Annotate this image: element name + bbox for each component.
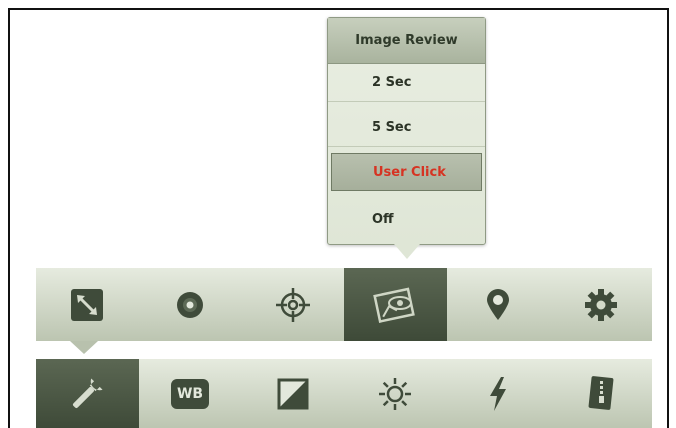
image-review-popup: Image Review 2 Sec 5 Sec User Click Off <box>327 17 486 245</box>
disc-button[interactable] <box>139 268 242 341</box>
focus-target-button[interactable] <box>241 268 344 341</box>
flash-icon <box>487 376 509 412</box>
tools-button[interactable] <box>36 359 139 428</box>
camera-settings-screen: Image Review 2 Sec 5 Sec User Click Off <box>0 0 676 428</box>
top-toolbar <box>36 268 652 341</box>
settings-button[interactable] <box>549 268 652 341</box>
white-balance-icon: WB <box>171 379 209 409</box>
crosshair-icon <box>275 287 311 323</box>
bottom-toolbar: WB <box>36 359 652 428</box>
option-5-sec[interactable]: 5 Sec <box>328 109 485 147</box>
disc-icon <box>175 290 205 320</box>
option-user-click[interactable]: User Click <box>331 153 482 191</box>
location-pin-icon <box>485 288 511 322</box>
popup-title: Image Review <box>328 18 485 64</box>
archive-button[interactable] <box>549 359 652 428</box>
location-button[interactable] <box>447 268 550 341</box>
option-off[interactable]: Off <box>328 200 485 238</box>
resize-button[interactable] <box>36 268 139 341</box>
wrench-icon <box>69 376 105 412</box>
option-2-sec[interactable]: 2 Sec <box>328 64 485 102</box>
brightness-button[interactable] <box>344 359 447 428</box>
toolbar-pointer <box>70 341 98 354</box>
contrast-icon <box>277 378 309 410</box>
popup-pointer <box>394 244 420 259</box>
contrast-button[interactable] <box>241 359 344 428</box>
image-review-icon <box>372 285 418 325</box>
brightness-icon <box>377 376 413 412</box>
resize-icon <box>70 288 104 322</box>
wb-label: WB <box>176 386 204 402</box>
archive-icon <box>586 375 616 413</box>
gear-icon <box>583 287 619 323</box>
flash-button[interactable] <box>447 359 550 428</box>
image-review-button[interactable] <box>344 268 447 341</box>
white-balance-button[interactable]: WB <box>139 359 242 428</box>
